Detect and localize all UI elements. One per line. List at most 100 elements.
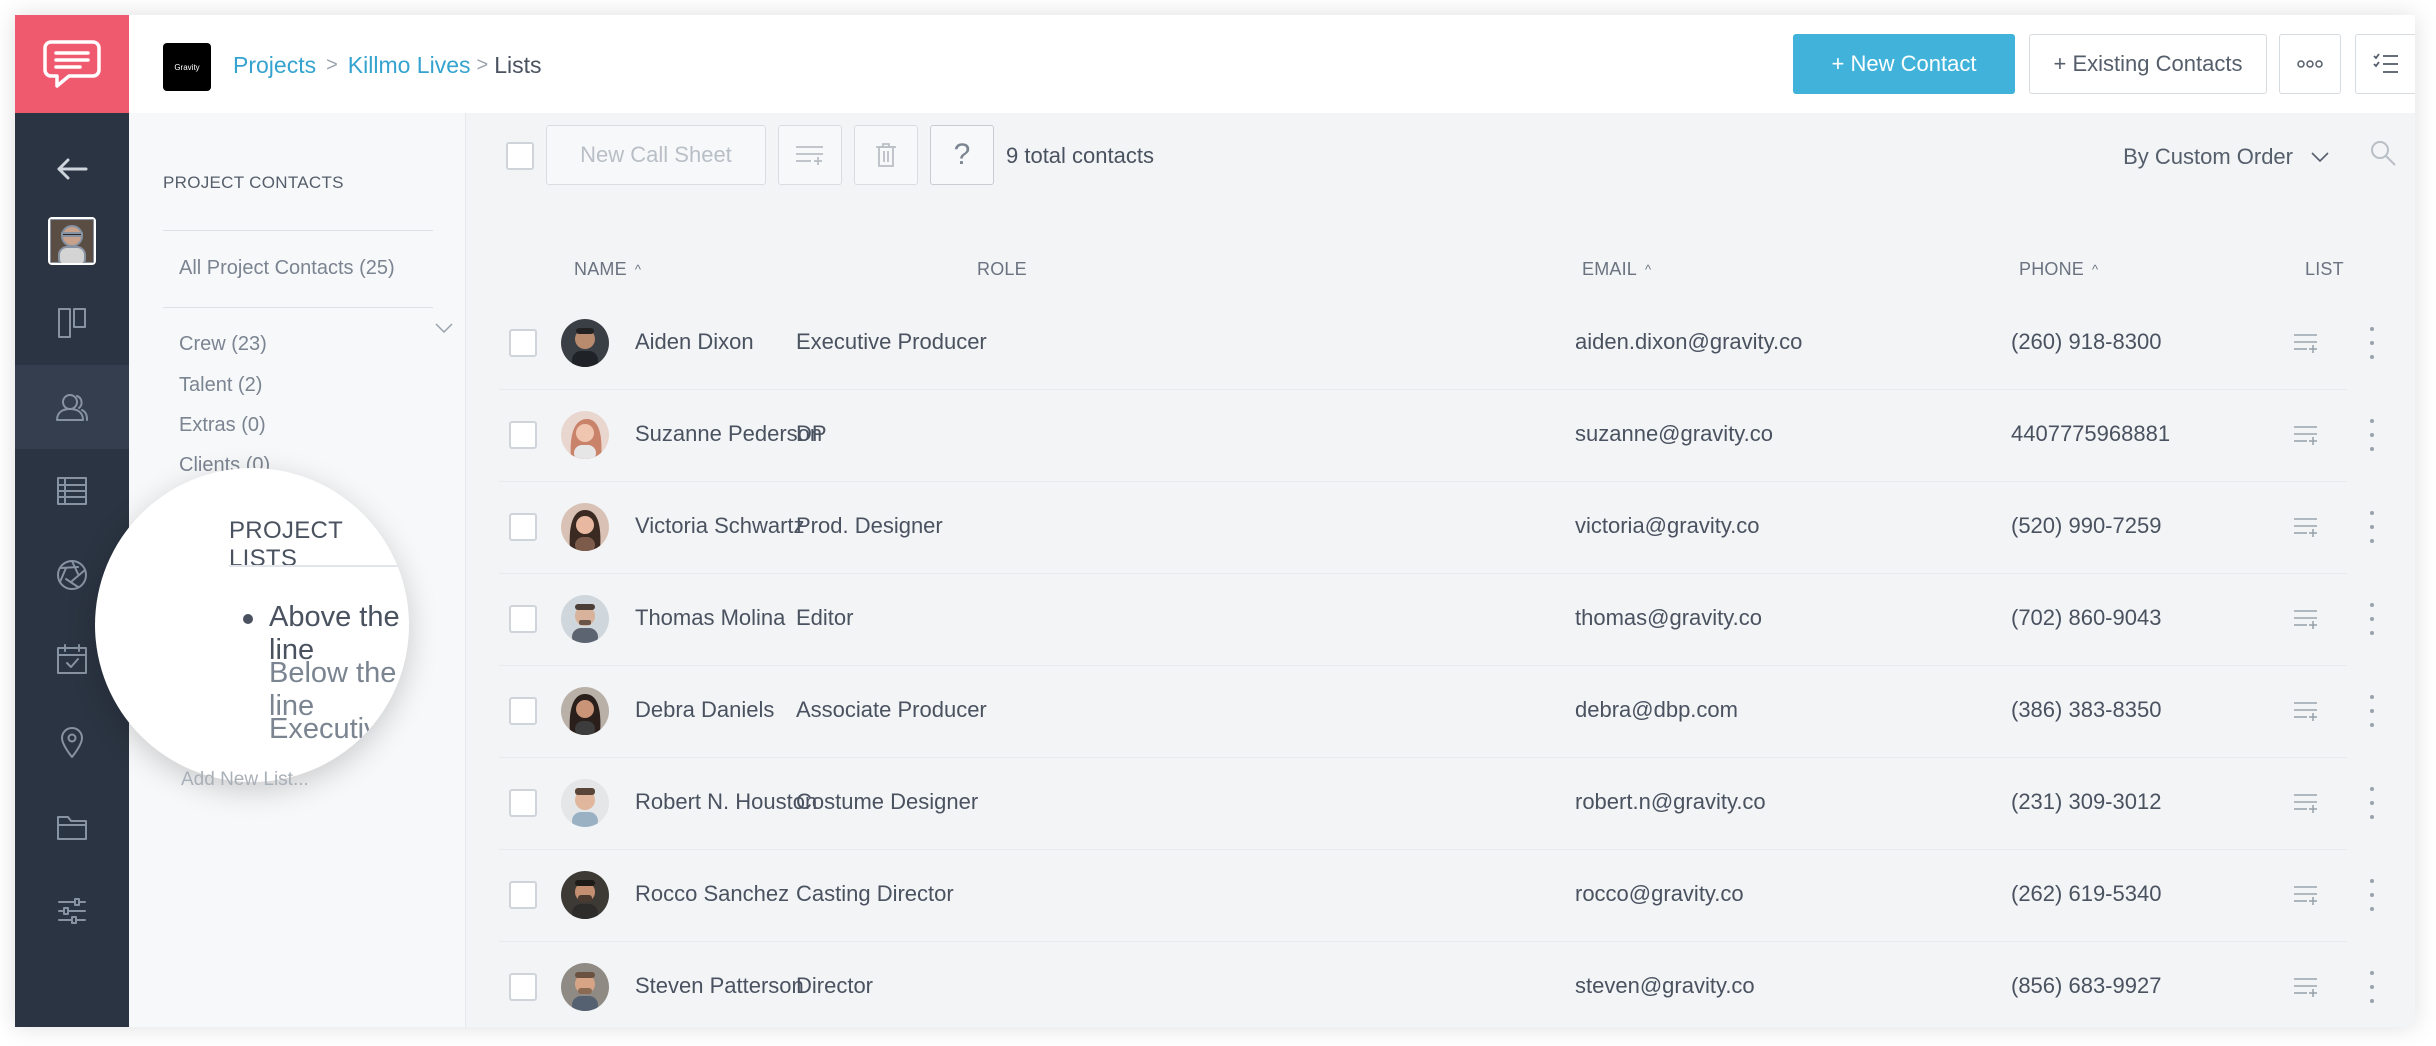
nav-breakdown[interactable] <box>15 449 129 533</box>
row-more-menu[interactable] <box>2367 879 2377 911</box>
row-more-menu[interactable] <box>2367 787 2377 819</box>
column-header-name[interactable]: NAME ^ <box>574 259 641 280</box>
list-add-icon[interactable] <box>2293 884 2319 906</box>
select-all-checkbox[interactable] <box>506 142 534 170</box>
contact-name[interactable]: Thomas Molina <box>635 605 785 631</box>
list-add-icon[interactable] <box>2293 332 2319 354</box>
chevron-right-icon: > <box>326 54 338 76</box>
list-add-icon[interactable] <box>2293 976 2319 998</box>
checklist-button[interactable] <box>2355 34 2415 94</box>
nav-settings[interactable] <box>15 869 129 953</box>
app-window: Gravity Projects > Killmo Lives > Lists … <box>15 15 2415 1027</box>
all-project-contacts-link[interactable]: All Project Contacts (25) <box>179 257 395 280</box>
row-more-menu[interactable] <box>2367 327 2377 359</box>
contact-role: Prod. Designer <box>796 513 943 538</box>
column-header-label: EMAIL <box>1582 259 1638 279</box>
more-dots-icon <box>2297 60 2323 68</box>
row-checkbox[interactable] <box>509 513 537 541</box>
category-extras[interactable]: Extras (0) <box>179 414 266 437</box>
contact-name[interactable]: Steven Patterson <box>635 973 804 999</box>
breadcrumb-projects[interactable]: Projects <box>233 52 316 79</box>
search-icon[interactable] <box>2369 139 2397 167</box>
table-row[interactable]: Thomas Molina Editor thomas@gravity.co (… <box>499 573 2374 666</box>
contact-email[interactable]: debra@dbp.com <box>1575 697 1738 723</box>
list-add-icon[interactable] <box>2293 792 2319 814</box>
add-to-list-button[interactable] <box>778 125 842 185</box>
column-header-role[interactable]: ROLE <box>977 259 1027 280</box>
contact-phone: (856) 683-9927 <box>2011 973 2162 998</box>
column-header-phone[interactable]: PHONE ^ <box>2019 259 2098 280</box>
sort-order-dropdown[interactable]: By Custom Order <box>2123 144 2329 170</box>
table-row[interactable]: Aiden Dixon Executive Producer aiden.dix… <box>499 297 2374 390</box>
list-add-icon[interactable] <box>2293 700 2319 722</box>
sort-asc-icon: ^ <box>2092 262 2099 277</box>
table-row[interactable]: Suzanne Pederson DP suzanne@gravity.co 4… <box>499 389 2374 482</box>
contact-avatar <box>561 411 609 459</box>
nav-locations[interactable] <box>15 701 129 785</box>
contact-email[interactable]: victoria@gravity.co <box>1575 513 1760 539</box>
list-executives[interactable]: Executives <box>269 713 409 746</box>
column-header-label: NAME <box>574 259 627 279</box>
contact-avatar <box>561 503 609 551</box>
contact-email[interactable]: robert.n@gravity.co <box>1575 789 1766 815</box>
column-header-label: LIST <box>2305 259 2344 279</box>
app-logo[interactable] <box>15 15 129 113</box>
contact-avatar <box>561 687 609 735</box>
row-checkbox[interactable] <box>509 697 537 725</box>
category-crew[interactable]: Crew (23) <box>179 333 267 356</box>
contact-email[interactable]: suzanne@gravity.co <box>1575 421 1773 447</box>
breadcrumb-project[interactable]: Killmo Lives <box>348 52 471 79</box>
add-new-list-link[interactable]: Add New List... <box>181 769 309 791</box>
list-add-icon[interactable] <box>2293 516 2319 538</box>
row-checkbox[interactable] <box>509 329 537 357</box>
row-more-menu[interactable] <box>2367 603 2377 635</box>
list-add-icon[interactable] <box>2293 608 2319 630</box>
row-checkbox[interactable] <box>509 789 537 817</box>
contact-email[interactable]: aiden.dixon@gravity.co <box>1575 329 1802 355</box>
project-logo[interactable]: Gravity <box>163 43 211 91</box>
row-checkbox[interactable] <box>509 421 537 449</box>
row-more-menu[interactable] <box>2367 511 2377 543</box>
contact-name[interactable]: Aiden Dixon <box>635 329 754 355</box>
new-call-sheet-button[interactable]: New Call Sheet <box>546 125 766 185</box>
row-checkbox[interactable] <box>509 973 537 1001</box>
trash-icon <box>876 143 896 167</box>
project-avatar-button[interactable] <box>15 199 129 283</box>
row-more-menu[interactable] <box>2367 419 2377 451</box>
row-checkbox[interactable] <box>509 605 537 633</box>
existing-contacts-button[interactable]: + Existing Contacts <box>2029 34 2267 94</box>
back-arrow-icon <box>57 158 88 180</box>
table-row[interactable]: Steven Patterson Director steven@gravity… <box>499 941 2374 1027</box>
contact-name[interactable]: Victoria Schwartz <box>635 513 805 539</box>
contact-avatar <box>561 871 609 919</box>
chevron-down-icon[interactable] <box>435 323 453 333</box>
help-button[interactable]: ? <box>930 125 994 185</box>
contact-email[interactable]: thomas@gravity.co <box>1575 605 1762 631</box>
row-more-menu[interactable] <box>2367 695 2377 727</box>
table-row[interactable]: Robert N. Houston Costume Designer rober… <box>499 757 2374 850</box>
sliders-icon <box>58 898 86 924</box>
table-row[interactable]: Victoria Schwartz Prod. Designer victori… <box>499 481 2374 574</box>
nav-boards[interactable] <box>15 281 129 365</box>
row-checkbox[interactable] <box>509 881 537 909</box>
active-list-bullet <box>243 614 253 624</box>
contact-name[interactable]: Suzanne Pederson <box>635 421 822 447</box>
nav-contacts[interactable] <box>15 365 129 449</box>
list-add-icon[interactable] <box>2293 424 2319 446</box>
contact-name[interactable]: Rocco Sanchez <box>635 881 789 907</box>
contacts-icon <box>56 394 88 421</box>
nav-files[interactable] <box>15 785 129 869</box>
column-header-email[interactable]: EMAIL ^ <box>1582 259 1651 280</box>
delete-button[interactable] <box>854 125 918 185</box>
new-contact-button[interactable]: + New Contact <box>1793 34 2015 94</box>
contact-email[interactable]: steven@gravity.co <box>1575 973 1755 999</box>
more-options-button[interactable] <box>2279 34 2341 94</box>
contact-email[interactable]: rocco@gravity.co <box>1575 881 1744 907</box>
contact-name[interactable]: Robert N. Houston <box>635 789 817 815</box>
row-more-menu[interactable] <box>2367 971 2377 1003</box>
table-row[interactable]: Rocco Sanchez Casting Director rocco@gra… <box>499 849 2374 942</box>
project-lists-magnifier: PROJECT LISTS Above the line Below the l… <box>95 468 409 782</box>
category-talent[interactable]: Talent (2) <box>179 374 262 397</box>
contact-name[interactable]: Debra Daniels <box>635 697 774 723</box>
table-row[interactable]: Debra Daniels Associate Producer debra@d… <box>499 665 2374 758</box>
